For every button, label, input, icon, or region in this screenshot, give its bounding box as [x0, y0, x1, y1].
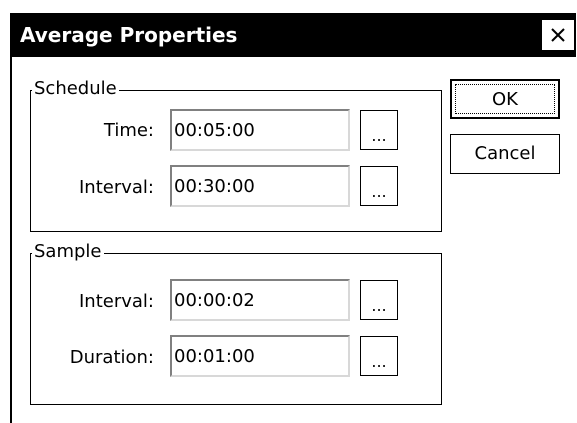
cancel-button-label: Cancel: [474, 143, 536, 164]
close-button[interactable]: [541, 19, 575, 51]
schedule-time-label: Time:: [103, 120, 154, 141]
browse-label: ...: [371, 352, 387, 371]
sample-duration-browse-button[interactable]: ...: [360, 336, 398, 376]
schedule-legend: Schedule: [32, 78, 119, 100]
sample-interval-browse-button[interactable]: ...: [360, 280, 398, 320]
sample-interval-label: Interval:: [79, 291, 154, 312]
schedule-time-field[interactable]: [170, 109, 350, 151]
cancel-button[interactable]: Cancel: [450, 134, 560, 174]
sample-duration-label: Duration:: [69, 347, 154, 368]
ok-button[interactable]: OK: [450, 79, 560, 119]
sample-duration-input[interactable]: [174, 343, 344, 369]
title-bar: Average Properties: [12, 13, 576, 57]
sample-duration-field[interactable]: [170, 335, 350, 377]
sample-interval-field[interactable]: [170, 279, 350, 321]
schedule-time-input[interactable]: [174, 117, 344, 143]
browse-label: ...: [371, 182, 387, 201]
close-icon: [551, 28, 565, 42]
schedule-interval-label: Interval:: [79, 177, 154, 198]
schedule-time-browse-button[interactable]: ...: [360, 110, 398, 150]
sample-legend: Sample: [32, 241, 104, 263]
dialog-title: Average Properties: [20, 23, 238, 47]
sample-interval-input[interactable]: [174, 287, 344, 313]
schedule-interval-field[interactable]: [170, 165, 350, 207]
schedule-interval-browse-button[interactable]: ...: [360, 166, 398, 206]
sample-group: [30, 253, 442, 405]
dialog-window: Average Properties Schedule Time: ... In…: [10, 13, 576, 423]
ok-button-label: OK: [492, 89, 518, 110]
browse-label: ...: [371, 296, 387, 315]
schedule-interval-input[interactable]: [174, 173, 344, 199]
browse-label: ...: [371, 126, 387, 145]
